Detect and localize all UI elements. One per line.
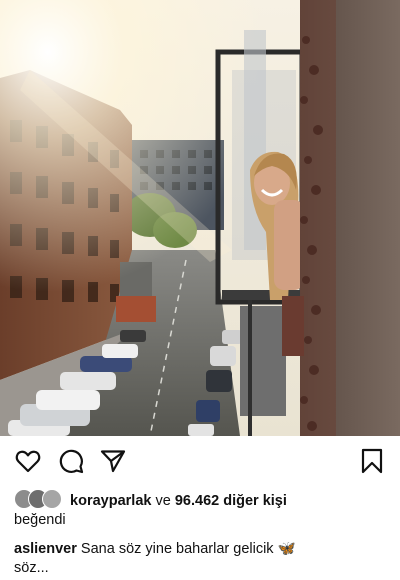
likes-count: 96.462 — [174, 493, 220, 509]
save-button[interactable] — [357, 446, 387, 476]
likes-others: diğer kişi — [223, 493, 287, 509]
share-icon — [100, 450, 126, 473]
post-caption: aslienver Sana söz yine baharlar gelicik… — [14, 540, 386, 578]
share-button[interactable] — [98, 446, 128, 476]
heart-icon — [15, 450, 41, 473]
photo-scene — [0, 0, 400, 436]
likes-count-link[interactable]: 96.462 diğer kişi — [175, 493, 287, 509]
liker-username[interactable]: korayparlak — [70, 493, 151, 509]
likes-summary: korayparlak ve 96.462 diğer kişi beğendi — [14, 489, 386, 530]
caption-username[interactable]: aslienver — [14, 541, 77, 557]
likes-connector: ve — [155, 493, 171, 509]
likes-verb: beğendi — [14, 512, 66, 528]
comment-icon — [59, 449, 84, 474]
like-button[interactable] — [13, 446, 43, 476]
liker-avatars[interactable] — [14, 489, 62, 509]
caption-text-continued: söz... — [14, 560, 49, 576]
bookmark-icon — [361, 448, 383, 474]
comment-button[interactable] — [56, 446, 86, 476]
post-actions — [0, 446, 400, 480]
butterfly-emoji: 🦋 — [277, 541, 296, 557]
post-photo[interactable] — [0, 0, 400, 436]
caption-text: Sana söz yine baharlar gelicik — [80, 541, 274, 557]
avatar — [42, 489, 62, 509]
